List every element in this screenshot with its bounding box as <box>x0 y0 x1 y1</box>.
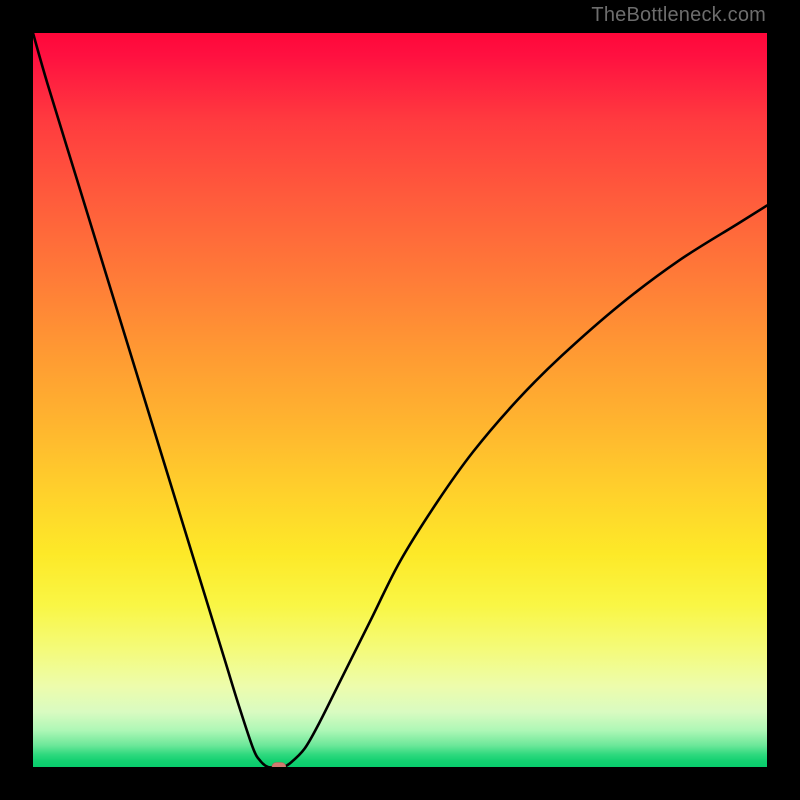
chart-frame: TheBottleneck.com <box>0 0 800 800</box>
bottleneck-curve <box>33 33 767 767</box>
watermark-text: TheBottleneck.com <box>591 4 766 27</box>
curve-svg <box>33 33 767 767</box>
plot-area <box>33 33 767 767</box>
minimum-marker <box>272 763 286 768</box>
